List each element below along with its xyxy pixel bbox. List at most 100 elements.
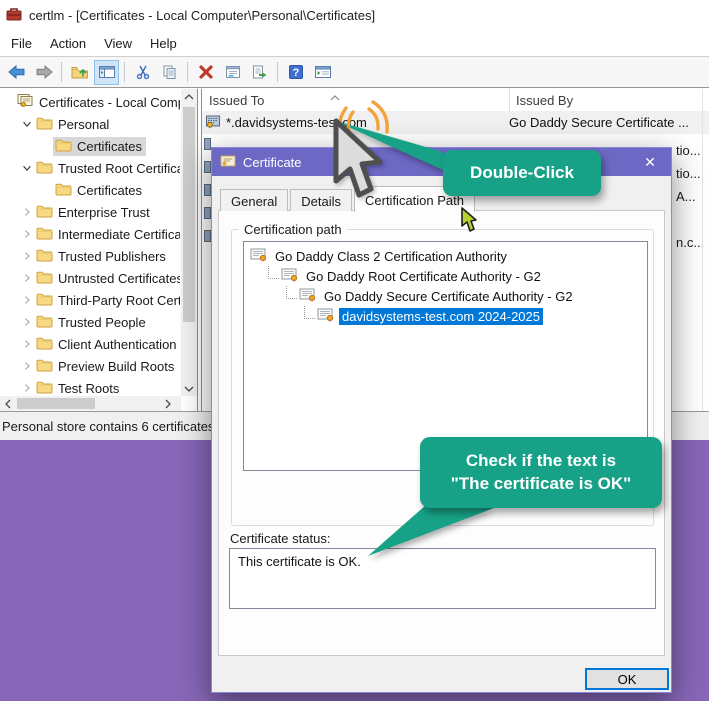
column-header-issued-by[interactable]: Issued By	[509, 93, 573, 108]
tree-item-label: Third-Party Root Certi	[58, 293, 180, 308]
tree-item-label: Preview Build Roots	[58, 359, 174, 374]
export-list-icon[interactable]	[247, 60, 272, 85]
folder-icon	[55, 138, 72, 155]
cut-icon[interactable]	[130, 60, 155, 85]
clipped-issued-by-text: A...	[676, 189, 709, 204]
tree-vertical-scrollbar[interactable]	[181, 89, 197, 396]
group-label: Certification path	[239, 222, 347, 237]
certificate-icon	[250, 248, 268, 265]
folder-icon	[36, 314, 53, 331]
folder-icon	[36, 226, 53, 243]
help-icon[interactable]: ?	[283, 60, 308, 85]
path-item-go-daddy-root-certificate-authority-g2[interactable]: Go Daddy Root Certificate Authority - G2	[244, 266, 647, 286]
show-console-tree-icon[interactable]	[94, 60, 119, 85]
menu-help[interactable]: Help	[141, 32, 186, 55]
tree-item-certificates-local-comp[interactable]: Certificates - Local Comp	[0, 91, 180, 113]
toolbar-separator	[277, 62, 278, 82]
chevron-right-icon[interactable]	[19, 227, 34, 241]
properties-icon[interactable]	[220, 60, 245, 85]
path-item-label: Go Daddy Class 2 Certification Authority	[272, 248, 510, 265]
chevron-down-icon[interactable]	[19, 161, 34, 175]
scroll-left-icon[interactable]	[0, 396, 15, 411]
tree-item-preview-build-roots[interactable]: Preview Build Roots	[0, 355, 180, 377]
scrollbar-thumb[interactable]	[17, 398, 95, 409]
tree-item-label: Personal	[58, 117, 109, 132]
tree-item-trusted-root-certificat[interactable]: Trusted Root Certificat	[0, 157, 180, 179]
chevron-right-icon[interactable]	[19, 315, 34, 329]
tree-item-enterprise-trust[interactable]: Enterprise Trust	[0, 201, 180, 223]
tree-item-intermediate-certificat[interactable]: Intermediate Certificat	[0, 223, 180, 245]
tree-item-inner: Untrusted Certificates	[34, 269, 180, 288]
desktop: certlm - [Certificates - Local Computer\…	[0, 0, 709, 701]
certificate-icon	[281, 268, 299, 285]
path-item-go-daddy-class-2-certification-authority[interactable]: Go Daddy Class 2 Certification Authority	[244, 246, 647, 266]
chevron-down-icon[interactable]	[19, 117, 34, 131]
menu-view[interactable]: View	[95, 32, 141, 55]
menu-bar: FileActionViewHelp	[0, 30, 709, 57]
issued-by-cell: Go Daddy Secure Certificate ...	[509, 115, 689, 130]
tree-item-label: Test Roots	[58, 381, 119, 396]
scroll-right-icon[interactable]	[160, 396, 175, 411]
scroll-down-icon[interactable]	[181, 381, 196, 396]
menu-file[interactable]: File	[2, 32, 41, 55]
folder-icon	[36, 248, 53, 265]
tree-item-trusted-publishers[interactable]: Trusted Publishers	[0, 245, 180, 267]
tree-item-certificates[interactable]: Certificates	[0, 135, 180, 157]
chevron-right-icon[interactable]	[19, 293, 34, 307]
delete-icon[interactable]	[193, 60, 218, 85]
chevron-right-icon[interactable]	[19, 337, 34, 351]
certificate-store-icon	[17, 93, 34, 111]
up-one-level-icon[interactable]	[67, 60, 92, 85]
column-divider[interactable]	[509, 89, 510, 111]
certificate-icon	[205, 114, 222, 132]
new-window-icon[interactable]	[310, 60, 335, 85]
tree-item-inner: Preview Build Roots	[34, 357, 178, 376]
scrollbar-thumb[interactable]	[183, 107, 195, 322]
tree-item-inner: Trusted Root Certificat	[34, 159, 180, 178]
tree-item-label: Trusted Root Certificat	[58, 161, 180, 176]
tree-item-label: Enterprise Trust	[58, 205, 150, 220]
tree-item-inner: Certificates - Local Comp	[15, 92, 180, 112]
chevron-right-icon[interactable]	[19, 205, 34, 219]
tree-item-personal[interactable]: Personal	[0, 113, 180, 135]
path-item-label: Go Daddy Secure Certificate Authority - …	[321, 288, 576, 305]
ok-button[interactable]: OK	[585, 668, 669, 690]
window-title: certlm - [Certificates - Local Computer\…	[29, 8, 375, 23]
path-item-davidsystems-test-com-2024-2025[interactable]: davidsystems-test.com 2024-2025	[244, 306, 647, 326]
scroll-up-icon[interactable]	[181, 89, 196, 104]
certificate-status-text: This certificate is OK.	[238, 554, 361, 569]
tree-item-client-authentication[interactable]: Client Authentication	[0, 333, 180, 355]
tree-item-inner: Certificates	[53, 181, 146, 200]
tree-item-certificates[interactable]: Certificates	[0, 179, 180, 201]
small-cursor-icon	[460, 206, 480, 234]
certificate-icon-fragment	[204, 184, 211, 196]
tree-item-third-party-root-certi[interactable]: Third-Party Root Certi	[0, 289, 180, 311]
menu-action[interactable]: Action	[41, 32, 95, 55]
chevron-right-icon[interactable]	[19, 359, 34, 373]
clipped-issued-by-text: tio...	[676, 143, 709, 158]
console-tree-panel: Certificates - Local Comp Personal Certifi…	[0, 89, 198, 411]
tree-item-untrusted-certificates[interactable]: Untrusted Certificates	[0, 267, 180, 289]
chevron-right-icon[interactable]	[19, 381, 34, 395]
expander-placeholder	[0, 95, 15, 109]
tree-item-inner: Trusted People	[34, 313, 150, 332]
toolbar-separator	[61, 62, 62, 82]
copy-icon[interactable]	[157, 60, 182, 85]
close-icon[interactable]: ✕	[629, 148, 671, 176]
certificate-icon-fragment	[204, 138, 211, 150]
back-icon[interactable]	[4, 60, 29, 85]
tree-item-inner: Intermediate Certificat	[34, 225, 180, 244]
expander-placeholder	[38, 139, 53, 153]
chevron-right-icon[interactable]	[19, 271, 34, 285]
path-item-go-daddy-secure-certificate-authority-g2[interactable]: Go Daddy Secure Certificate Authority - …	[244, 286, 647, 306]
tree-item-label: Trusted People	[58, 315, 146, 330]
tree-horizontal-scrollbar[interactable]	[0, 396, 181, 411]
tree-item-trusted-people[interactable]: Trusted People	[0, 311, 180, 333]
callout-text: Double-Click	[470, 163, 574, 183]
chevron-right-icon[interactable]	[19, 249, 34, 263]
check-certificate-callout: Check if the text is "The certificate is…	[420, 437, 662, 508]
forward-icon[interactable]	[31, 60, 56, 85]
tab-general[interactable]: General	[220, 189, 288, 211]
certificate-icon	[299, 288, 317, 305]
toolbar-separator	[124, 62, 125, 82]
